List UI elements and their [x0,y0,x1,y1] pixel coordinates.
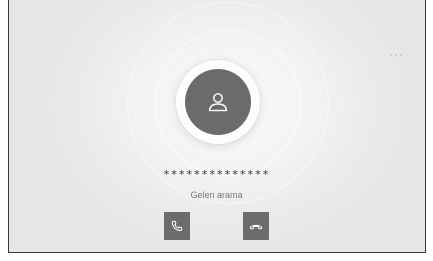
hang-up-icon [249,224,263,230]
person-icon [208,93,228,112]
caller-avatar-frame [176,60,260,144]
incoming-call-screen: ************** Gelen arama [0,0,433,261]
more-options-button[interactable] [386,50,406,60]
avatar [185,69,251,135]
phone-icon [171,220,183,232]
answer-call-button[interactable] [164,212,190,240]
caller-number: ************** [163,168,270,181]
call-status-label: Gelen arama [190,190,243,200]
more-dots-icon [390,54,402,56]
decline-call-button[interactable] [243,212,269,240]
